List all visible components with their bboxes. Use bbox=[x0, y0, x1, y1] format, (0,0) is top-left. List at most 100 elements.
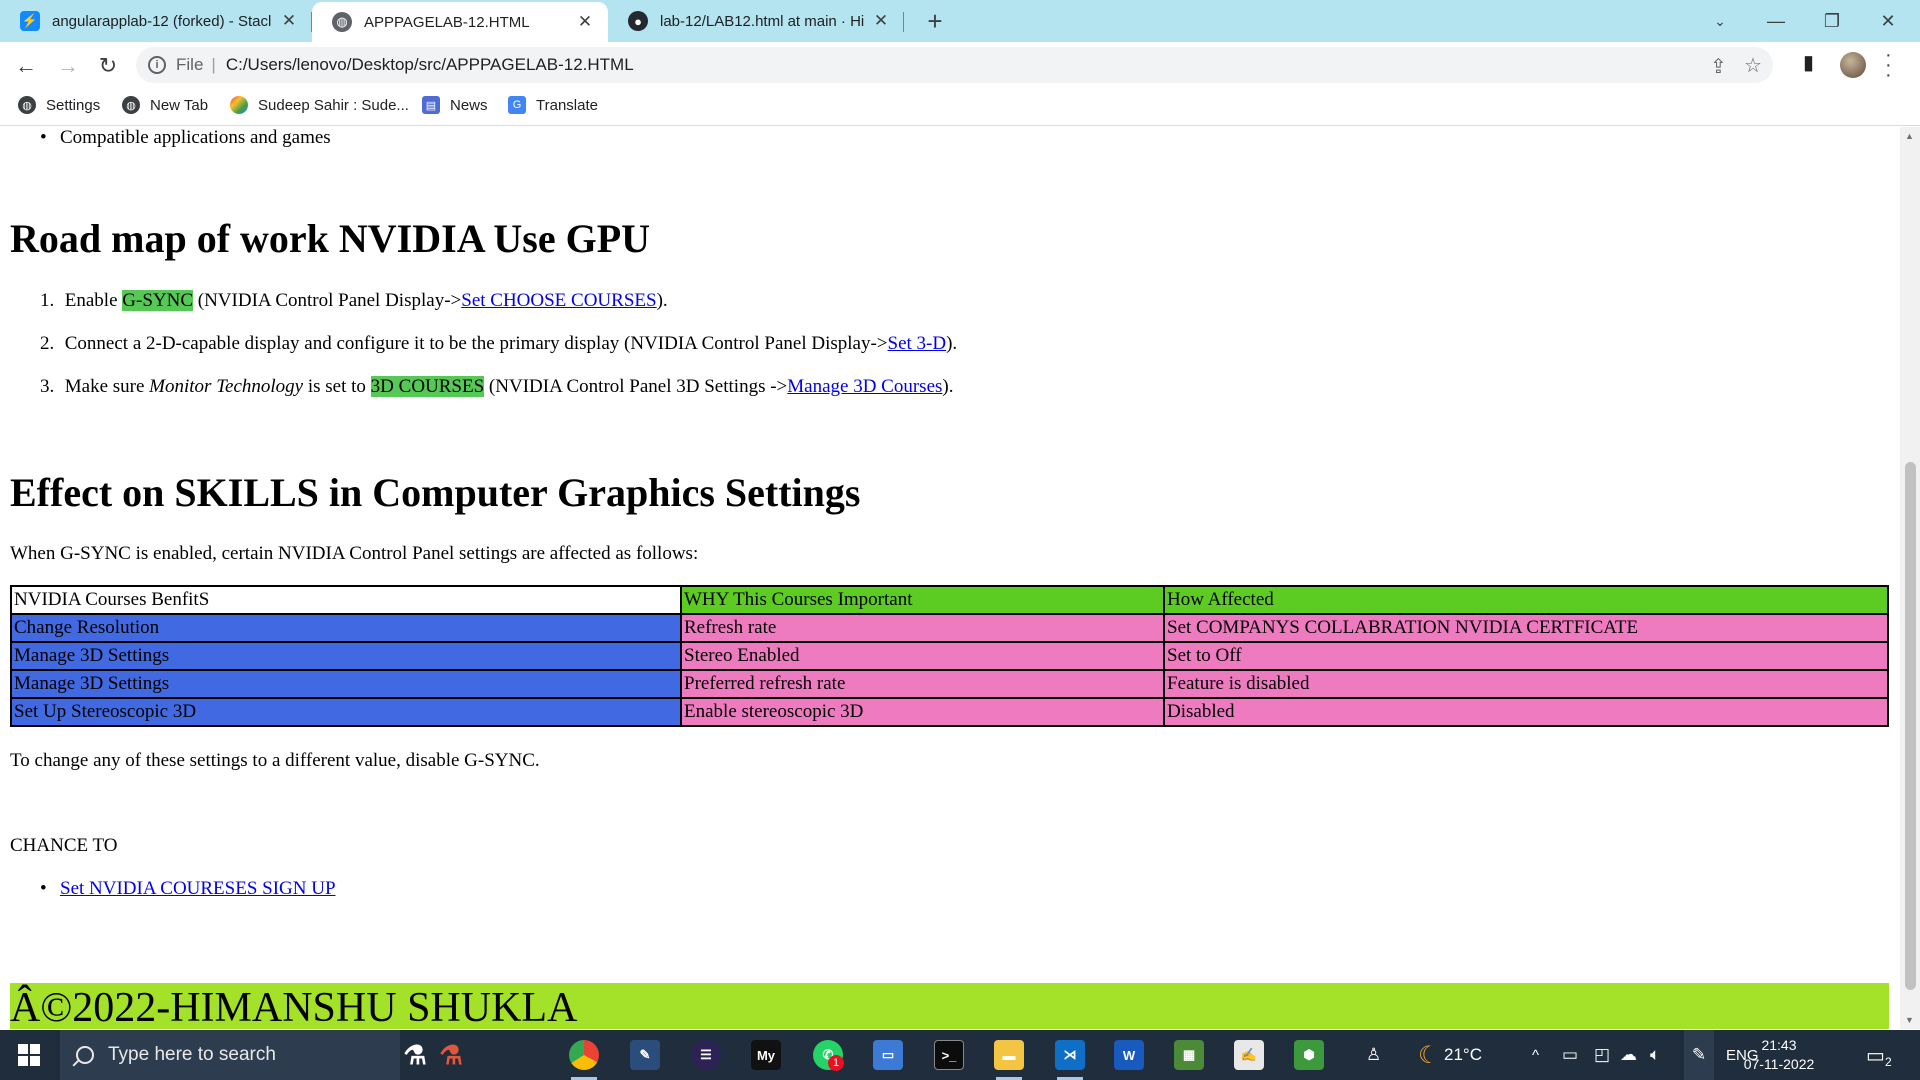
page-footer: Â©2022-HIMANSHU SHUKLA bbox=[10, 983, 1889, 1029]
table-cell: Set Up Stereoscopic 3D bbox=[10, 697, 682, 727]
tab-search-chevron-icon[interactable]: ⌄ bbox=[1692, 0, 1748, 42]
notifications-icon[interactable]: ▭ bbox=[1866, 1030, 1885, 1080]
table-cell: Feature is disabled bbox=[1163, 669, 1889, 699]
bookmark-label: News bbox=[450, 96, 488, 114]
bookmark-label: Sudeep Sahir : Sude... bbox=[258, 96, 409, 114]
tab-strip: ⚡ angularapplab-12 (forked) - Stacl ✕ ◍ … bbox=[0, 0, 1920, 42]
eclipse-icon[interactable]: ☰ bbox=[691, 1040, 721, 1070]
news-icon: ▤ bbox=[422, 96, 440, 114]
bookmark-label: Translate bbox=[536, 96, 598, 114]
minimize-button[interactable]: — bbox=[1748, 0, 1804, 42]
tab-github[interactable]: ● lab-12/LAB12.html at main · Him ✕ bbox=[608, 0, 904, 42]
reload-button[interactable]: ↻ bbox=[92, 50, 124, 82]
table-cell: Set COMPANYS COLLABRATION NVIDIA CERTFIC… bbox=[1163, 613, 1889, 643]
table-cell: Manage 3D Settings bbox=[10, 641, 682, 671]
restore-button[interactable]: ❐ bbox=[1804, 0, 1860, 42]
bookmark-favicon-icon bbox=[230, 96, 248, 114]
volume-icon[interactable]: 🔈︎ bbox=[1650, 1030, 1660, 1080]
signup-link[interactable]: Set NVIDIA COURESES SIGN UP bbox=[60, 878, 336, 899]
table-header-cell: NVIDIA Courses BenfitS bbox=[10, 585, 682, 615]
bookmark-label: New Tab bbox=[150, 96, 209, 114]
file-explorer-icon[interactable]: ▬ bbox=[994, 1040, 1024, 1080]
avatar[interactable] bbox=[1840, 52, 1866, 78]
whatsapp-badge: 1 bbox=[828, 1055, 844, 1071]
scroll-down-arrow-icon[interactable]: ▼ bbox=[1905, 1015, 1914, 1025]
url-path: C:/Users/lenovo/Desktop/src/APPPAGELAB-1… bbox=[225, 55, 634, 74]
mysql-icon[interactable]: My bbox=[751, 1040, 781, 1070]
effect-heading: Effect on SKILLS in Computer Graphics Se… bbox=[10, 470, 861, 515]
bookmarks-bar: ◍ Settings ◍ New Tab Sudeep Sahir : Sude… bbox=[0, 88, 1920, 126]
browser-toolbar: ← → ↻ i File | C:/Users/lenovo/Desktop/s… bbox=[0, 42, 1920, 88]
table-header-cell: WHY This Courses Important bbox=[680, 585, 1165, 615]
list-item: Compatible applications and games bbox=[40, 127, 331, 149]
roadmap-item-3: 3. Make sure Monitor Technology is set t… bbox=[40, 376, 954, 397]
site-info-icon[interactable]: i bbox=[148, 56, 166, 74]
onedrive-icon[interactable]: ☁ bbox=[1620, 1030, 1637, 1080]
pen-icon[interactable]: ✎ bbox=[1684, 1030, 1714, 1080]
weather-temp[interactable]: 21°C bbox=[1444, 1030, 1482, 1080]
notification-count: 2 bbox=[1885, 1055, 1892, 1069]
new-tab-button[interactable]: + bbox=[920, 6, 950, 36]
bookmark-translate[interactable]: G Translate bbox=[508, 96, 598, 114]
clock-date: 07-11-2022 bbox=[1743, 1056, 1815, 1072]
table-row: Manage 3D Settings Preferred refresh rat… bbox=[10, 669, 1889, 699]
tab-stackblitz[interactable]: ⚡ angularapplab-12 (forked) - Stacl ✕ bbox=[0, 0, 312, 42]
remote-desktop-icon[interactable]: ▭ bbox=[873, 1040, 903, 1070]
back-button[interactable]: ← bbox=[10, 50, 42, 82]
chrome-icon[interactable] bbox=[569, 1040, 599, 1080]
close-icon[interactable]: ✕ bbox=[870, 10, 892, 32]
set-choose-courses-link[interactable]: Set CHOOSE COURSES bbox=[461, 290, 656, 311]
notepad-icon[interactable]: ✍ bbox=[1234, 1040, 1264, 1070]
device-icon[interactable]: ◰ bbox=[1594, 1030, 1610, 1080]
close-icon[interactable]: ✕ bbox=[278, 10, 300, 32]
page-viewport: Compatible applications and games Road m… bbox=[0, 127, 1900, 1029]
table-cell: Refresh rate bbox=[680, 613, 1165, 643]
sheet-app-icon[interactable]: ▦ bbox=[1174, 1040, 1204, 1070]
table-row: Set Up Stereoscopic 3D Enable stereoscop… bbox=[10, 697, 1889, 727]
windows-start-icon[interactable] bbox=[18, 1044, 40, 1066]
word-icon[interactable]: W bbox=[1114, 1040, 1144, 1070]
tab-apppagelab[interactable]: ◍ APPPAGELAB-12.HTML ✕ bbox=[312, 2, 608, 42]
node-icon[interactable]: ⬢ bbox=[1294, 1040, 1324, 1070]
tab-title: lab-12/LAB12.html at main · Him bbox=[660, 12, 864, 30]
table-cell: Change Resolution bbox=[10, 613, 682, 643]
table-cell: Enable stereoscopic 3D bbox=[680, 697, 1165, 727]
tab-title: angularapplab-12 (forked) - Stacl bbox=[52, 12, 272, 30]
url-scheme: File bbox=[176, 55, 204, 74]
address-bar[interactable]: i File | C:/Users/lenovo/Desktop/src/APP… bbox=[136, 47, 1773, 83]
people-icon[interactable]: ♙ bbox=[1366, 1030, 1381, 1080]
bookmark-new-tab[interactable]: ◍ New Tab bbox=[122, 96, 208, 114]
app-window-icon[interactable]: ✎ bbox=[630, 1040, 660, 1070]
science-flasks-icon[interactable]: ⚗ bbox=[400, 1040, 430, 1070]
battery-icon[interactable]: ▭ bbox=[1562, 1030, 1578, 1080]
tray-chevron-icon[interactable]: ^ bbox=[1532, 1030, 1539, 1080]
bookmark-star-icon[interactable]: ☆ bbox=[1744, 53, 1762, 78]
menu-kebab-icon[interactable]: · · · bbox=[1885, 45, 1892, 85]
after-table-paragraph: To change any of these settings to a dif… bbox=[10, 750, 540, 771]
page-scrollbar[interactable]: ▲ ▼ bbox=[1900, 127, 1920, 1029]
side-panel-icon[interactable]: ▮ bbox=[1803, 50, 1814, 75]
set-3d-link[interactable]: Set 3-D bbox=[888, 333, 947, 354]
scroll-up-arrow-icon[interactable]: ▲ bbox=[1905, 131, 1914, 141]
roadmap-item-1: 1. Enable G-SYNC (NVIDIA Control Panel D… bbox=[40, 290, 668, 311]
manage-3d-courses-link[interactable]: Manage 3D Courses bbox=[787, 376, 942, 397]
share-icon[interactable]: ⇪ bbox=[1710, 54, 1727, 79]
roadmap-item-2: 2. Connect a 2-D-capable display and con… bbox=[40, 333, 958, 354]
clock-time: 21:43 bbox=[1761, 1037, 1797, 1053]
windows-taskbar: Type here to search ⚗ ⚗ ✎ ☰ My ✆ 1 ▭ >_ … bbox=[0, 1030, 1920, 1080]
vscode-icon[interactable]: ⋊ bbox=[1055, 1040, 1085, 1080]
close-icon[interactable]: ✕ bbox=[574, 11, 596, 33]
terminal-icon[interactable]: >_ bbox=[934, 1040, 964, 1070]
moon-weather-icon: ☾ bbox=[1418, 1041, 1440, 1069]
settings-globe-icon: ◍ bbox=[18, 96, 36, 114]
forward-button[interactable]: → bbox=[52, 50, 84, 82]
close-window-button[interactable]: ✕ bbox=[1860, 0, 1916, 42]
table-header-row: NVIDIA Courses BenfitS WHY This Courses … bbox=[10, 585, 1889, 615]
taskbar-search-box[interactable]: Type here to search bbox=[60, 1030, 400, 1080]
flask-icon[interactable]: ⚗ bbox=[436, 1040, 466, 1070]
system-clock[interactable]: 21:43 07-11-2022 bbox=[1742, 1036, 1816, 1074]
bookmark-news[interactable]: ▤ News bbox=[422, 96, 488, 114]
bookmark-settings[interactable]: ◍ Settings bbox=[18, 96, 100, 114]
bookmark-sudeep[interactable]: Sudeep Sahir : Sude... bbox=[230, 96, 409, 114]
scrollbar-thumb[interactable] bbox=[1905, 462, 1916, 990]
